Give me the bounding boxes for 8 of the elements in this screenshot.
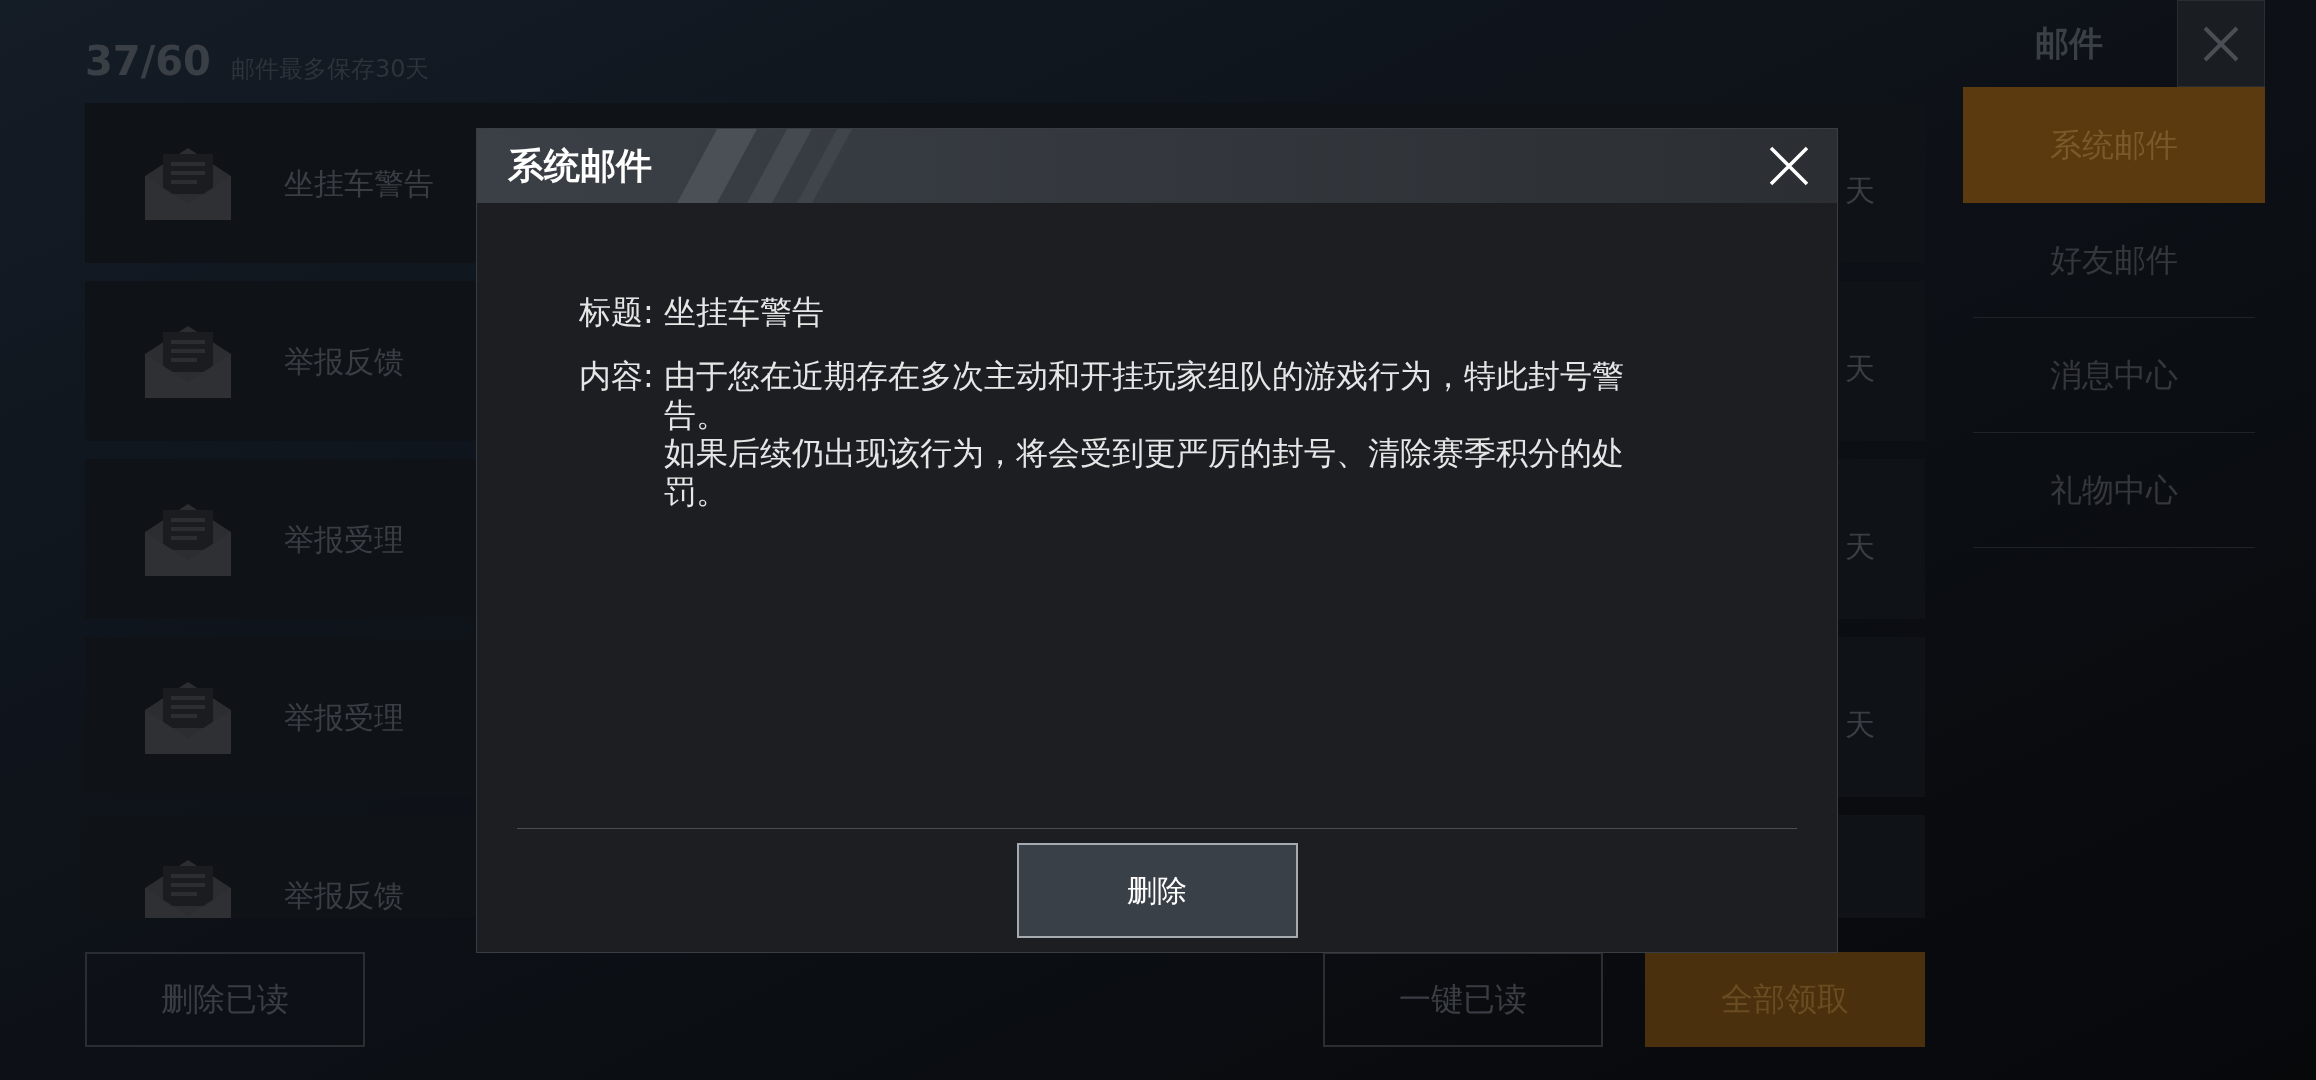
delete-button[interactable]: 删除	[1016, 843, 1298, 938]
dialog-title: 系统邮件	[508, 144, 652, 188]
mail-content-paragraph: 由于您在近期存在多次主动和开挂玩家组队的游戏行为，特此封号警告。	[663, 357, 1625, 435]
close-icon	[1768, 145, 1810, 187]
mail-subject: 坐挂车警告	[663, 293, 824, 332]
mail-content-paragraph: 如果后续仍出现该行为，将会受到更严厉的封号、清除赛季积分的处罚。	[663, 434, 1625, 511]
field-label: 标题:	[579, 293, 654, 332]
field-label: 内容:	[579, 357, 654, 398]
